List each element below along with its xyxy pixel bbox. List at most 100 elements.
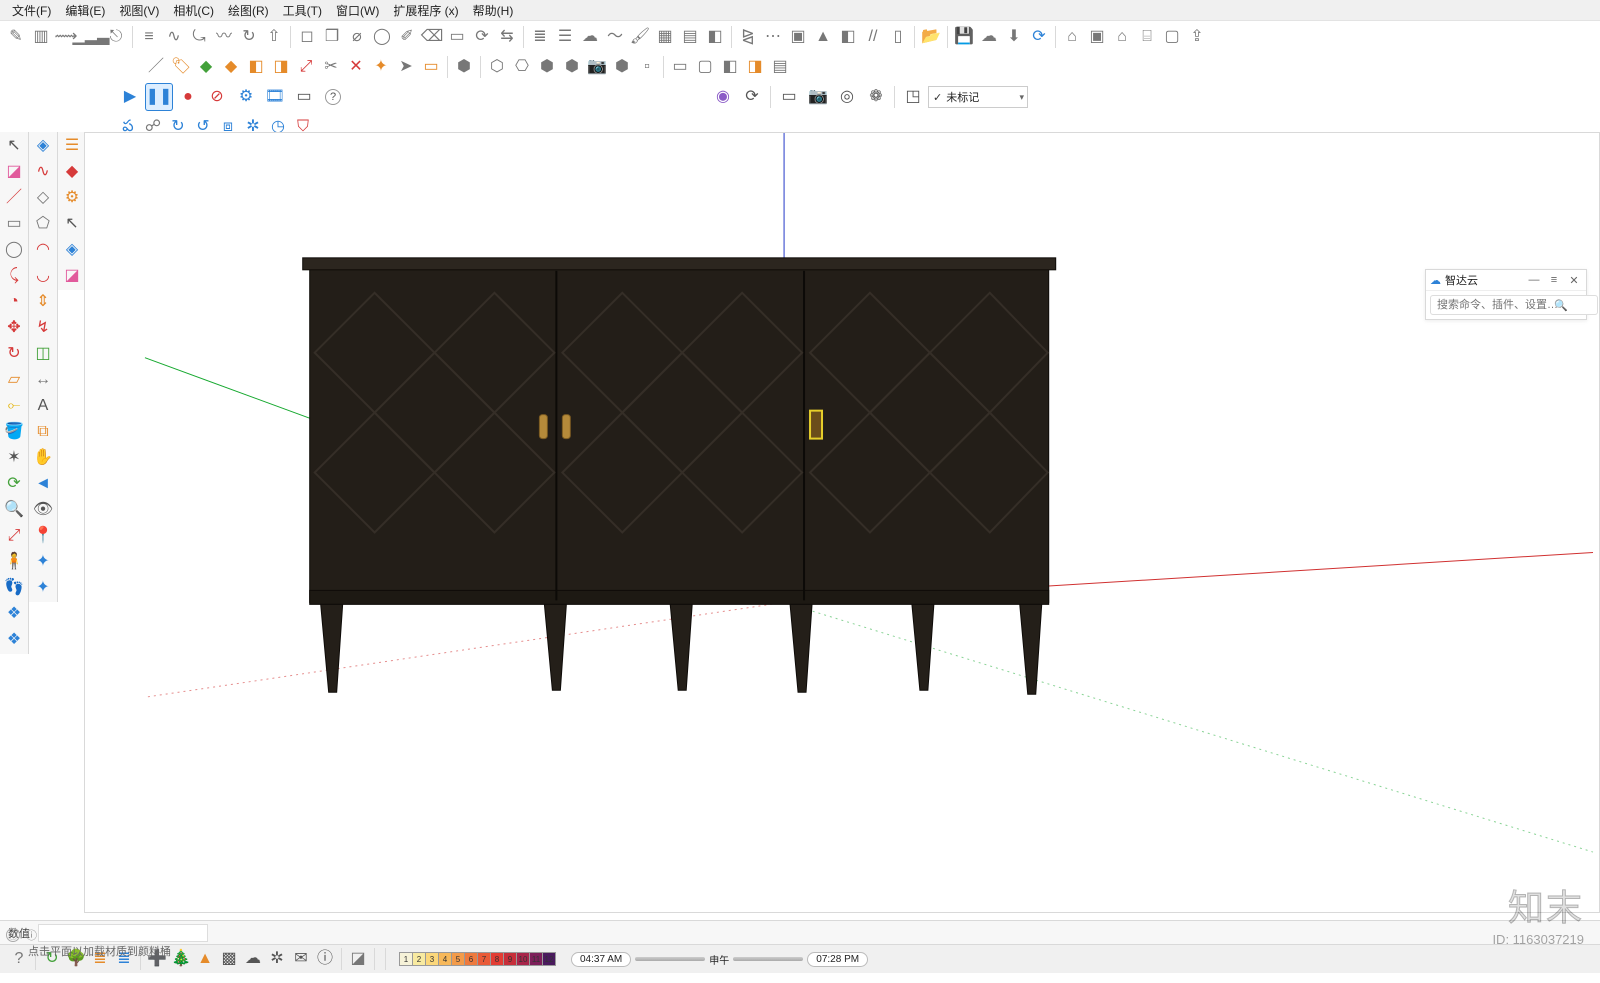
select-rect-icon[interactable]: ▭ bbox=[445, 25, 469, 49]
prev-view-icon[interactable]: ◄ bbox=[31, 472, 55, 496]
move-red-icon[interactable]: ✥ bbox=[2, 316, 26, 340]
tape-yellow-icon[interactable]: ⟜ bbox=[2, 394, 26, 418]
pan-icon[interactable]: ✋ bbox=[31, 446, 55, 470]
panel-menu-button[interactable]: ≡ bbox=[1546, 273, 1562, 287]
camera-icon[interactable]: 📷 bbox=[585, 55, 609, 79]
solid6-icon[interactable]: ⬢ bbox=[610, 55, 634, 79]
menu-window[interactable]: 窗口(W) bbox=[330, 0, 385, 21]
eraser-gray-icon[interactable]: ◪ bbox=[347, 948, 369, 970]
s-curve-red-icon[interactable]: ∿ bbox=[31, 160, 55, 184]
text-icon[interactable]: A bbox=[31, 394, 55, 418]
stop-icon[interactable]: ⊘ bbox=[203, 83, 231, 111]
doc-icon[interactable]: ▭ bbox=[419, 55, 443, 79]
globe-icon[interactable]: ❁ bbox=[862, 83, 890, 111]
page6-icon[interactable]: ▤ bbox=[768, 55, 792, 79]
select-icon[interactable]: ↖ bbox=[2, 134, 26, 158]
pink-eraser-icon[interactable]: ◪ bbox=[60, 264, 84, 288]
footprint-icon[interactable]: 👣 bbox=[2, 576, 26, 600]
circle-gray-icon[interactable]: ◯ bbox=[2, 238, 26, 262]
solid5-icon[interactable]: ⬢ bbox=[560, 55, 584, 79]
cube-blue-icon[interactable]: ◈ bbox=[60, 238, 84, 262]
swatch-7[interactable]: 7 bbox=[477, 952, 491, 966]
follow-me-icon[interactable]: ↯ bbox=[31, 316, 55, 340]
diamond2-icon[interactable]: ◆ bbox=[219, 55, 243, 79]
extrude-icon[interactable]: ⇧ bbox=[262, 25, 286, 49]
swatch-3[interactable]: 3 bbox=[425, 952, 439, 966]
box3d-icon[interactable]: ▣ bbox=[1085, 25, 1109, 49]
solid2-icon[interactable]: ⬡ bbox=[485, 55, 509, 79]
gear-icon[interactable]: ⚙ bbox=[232, 83, 260, 111]
zoom-extents-icon[interactable]: ⤢ bbox=[2, 524, 26, 548]
rect-rot-icon[interactable]: ◇ bbox=[31, 186, 55, 210]
bars-icon[interactable]: ▁▂▃ bbox=[79, 25, 103, 49]
knife-icon[interactable]: ／ bbox=[144, 55, 168, 79]
swatch-6[interactable]: 6 bbox=[464, 952, 478, 966]
paint-yellow-icon[interactable]: 🪣 bbox=[2, 420, 26, 444]
upload-cloud-icon[interactable]: ☁︎ bbox=[977, 25, 1001, 49]
target-icon[interactable]: ◎ bbox=[833, 83, 861, 111]
x-icon[interactable]: ✕ bbox=[344, 55, 368, 79]
menu-draw[interactable]: 绘图(R) bbox=[222, 0, 275, 21]
sun-orange-icon[interactable]: ▲ bbox=[194, 948, 216, 970]
stack-icon[interactable]: ☰ bbox=[553, 25, 577, 49]
screen-icon[interactable]: ▭ bbox=[290, 83, 318, 111]
plugin-panel[interactable]: ☁ 智达云 — ≡ ✕ 🔍 bbox=[1425, 269, 1587, 320]
toggle-icon[interactable]: ⇆ bbox=[495, 25, 519, 49]
cube-icon[interactable]: ◧ bbox=[836, 25, 860, 49]
rotate-angle-icon[interactable]: ⟳ bbox=[470, 25, 494, 49]
plugin-search-input[interactable] bbox=[1430, 295, 1598, 315]
shadow-time-end[interactable]: 07:28 PM bbox=[807, 952, 868, 967]
curve-icon[interactable]: ∿ bbox=[162, 25, 186, 49]
axis-icon[interactable]: ✶ bbox=[2, 446, 26, 470]
arc2-red-icon[interactable]: ◠ bbox=[31, 238, 55, 262]
cube-orange2-icon[interactable]: ◨ bbox=[269, 55, 293, 79]
panel-close-button[interactable]: ✕ bbox=[1566, 273, 1582, 287]
menu-tools[interactable]: 工具(T) bbox=[277, 0, 328, 21]
box-icon[interactable]: ❒ bbox=[320, 25, 344, 49]
page3-icon[interactable]: ▢ bbox=[693, 55, 717, 79]
tree2-icon[interactable]: 🎄 bbox=[170, 948, 192, 970]
page2-icon[interactable]: ▭ bbox=[668, 55, 692, 79]
swatch-10[interactable]: 10 bbox=[516, 952, 530, 966]
swatch-12[interactable]: 12 bbox=[542, 952, 556, 966]
eraser2-icon[interactable]: ◧ bbox=[703, 25, 727, 49]
home-icon[interactable]: ⌂ bbox=[1110, 25, 1134, 49]
scale-green-icon[interactable]: ◫ bbox=[31, 342, 55, 366]
rect-gray-icon[interactable]: ▭ bbox=[2, 212, 26, 236]
record-icon[interactable]: ● bbox=[174, 83, 202, 111]
menu-file[interactable]: 文件(F) bbox=[6, 0, 57, 21]
viewport[interactable] bbox=[85, 133, 1599, 912]
diamond-icon[interactable]: ◆ bbox=[194, 55, 218, 79]
position-cam-icon[interactable]: 📍 bbox=[31, 524, 55, 548]
help-icon[interactable]: ? bbox=[319, 83, 347, 111]
save-icon[interactable]: 💾 bbox=[952, 25, 976, 49]
info2-icon[interactable]: ⓘ bbox=[314, 948, 336, 970]
mirror-icon[interactable]: ⧎ bbox=[736, 25, 760, 49]
menu-camera[interactable]: 相机(C) bbox=[167, 0, 220, 21]
pencil-icon[interactable]: ✎ bbox=[4, 25, 28, 49]
eraser-icon[interactable]: ⌫ bbox=[420, 25, 444, 49]
swatch-11[interactable]: 11 bbox=[529, 952, 543, 966]
walk-icon[interactable]: 🧍 bbox=[2, 550, 26, 574]
play-icon[interactable]: ▶ bbox=[116, 83, 144, 111]
section-plane-icon[interactable]: ▥ bbox=[29, 25, 53, 49]
cylinder-icon[interactable]: ⌀ bbox=[345, 25, 369, 49]
help2-icon[interactable]: ? bbox=[8, 948, 30, 970]
offset-yellow-icon[interactable]: ▱ bbox=[2, 368, 26, 392]
look-icon[interactable]: 👁 bbox=[31, 498, 55, 522]
swatch-4[interactable]: 4 bbox=[438, 952, 452, 966]
cloud-icon[interactable]: ☁ bbox=[578, 25, 602, 49]
extension4-icon[interactable]: ✦ bbox=[31, 576, 55, 600]
group-icon[interactable]: ▣ bbox=[786, 25, 810, 49]
door-icon[interactable]: ⌸ bbox=[1135, 25, 1159, 49]
menu-edit[interactable]: 编辑(E) bbox=[59, 0, 111, 21]
draw-icon[interactable]: ✐ bbox=[395, 25, 419, 49]
gear-orange-icon[interactable]: ⚙ bbox=[60, 186, 84, 210]
cloud-up2-icon[interactable]: ☁ bbox=[242, 948, 264, 970]
sphere-icon[interactable]: ◯ bbox=[370, 25, 394, 49]
swatch-9[interactable]: 9 bbox=[503, 952, 517, 966]
menu-view[interactable]: 视图(V) bbox=[113, 0, 165, 21]
line-red-icon[interactable]: ／ bbox=[2, 186, 26, 210]
pie-red-icon[interactable]: ◔ bbox=[2, 290, 26, 314]
grid-icon[interactable]: ▦ bbox=[653, 25, 677, 49]
